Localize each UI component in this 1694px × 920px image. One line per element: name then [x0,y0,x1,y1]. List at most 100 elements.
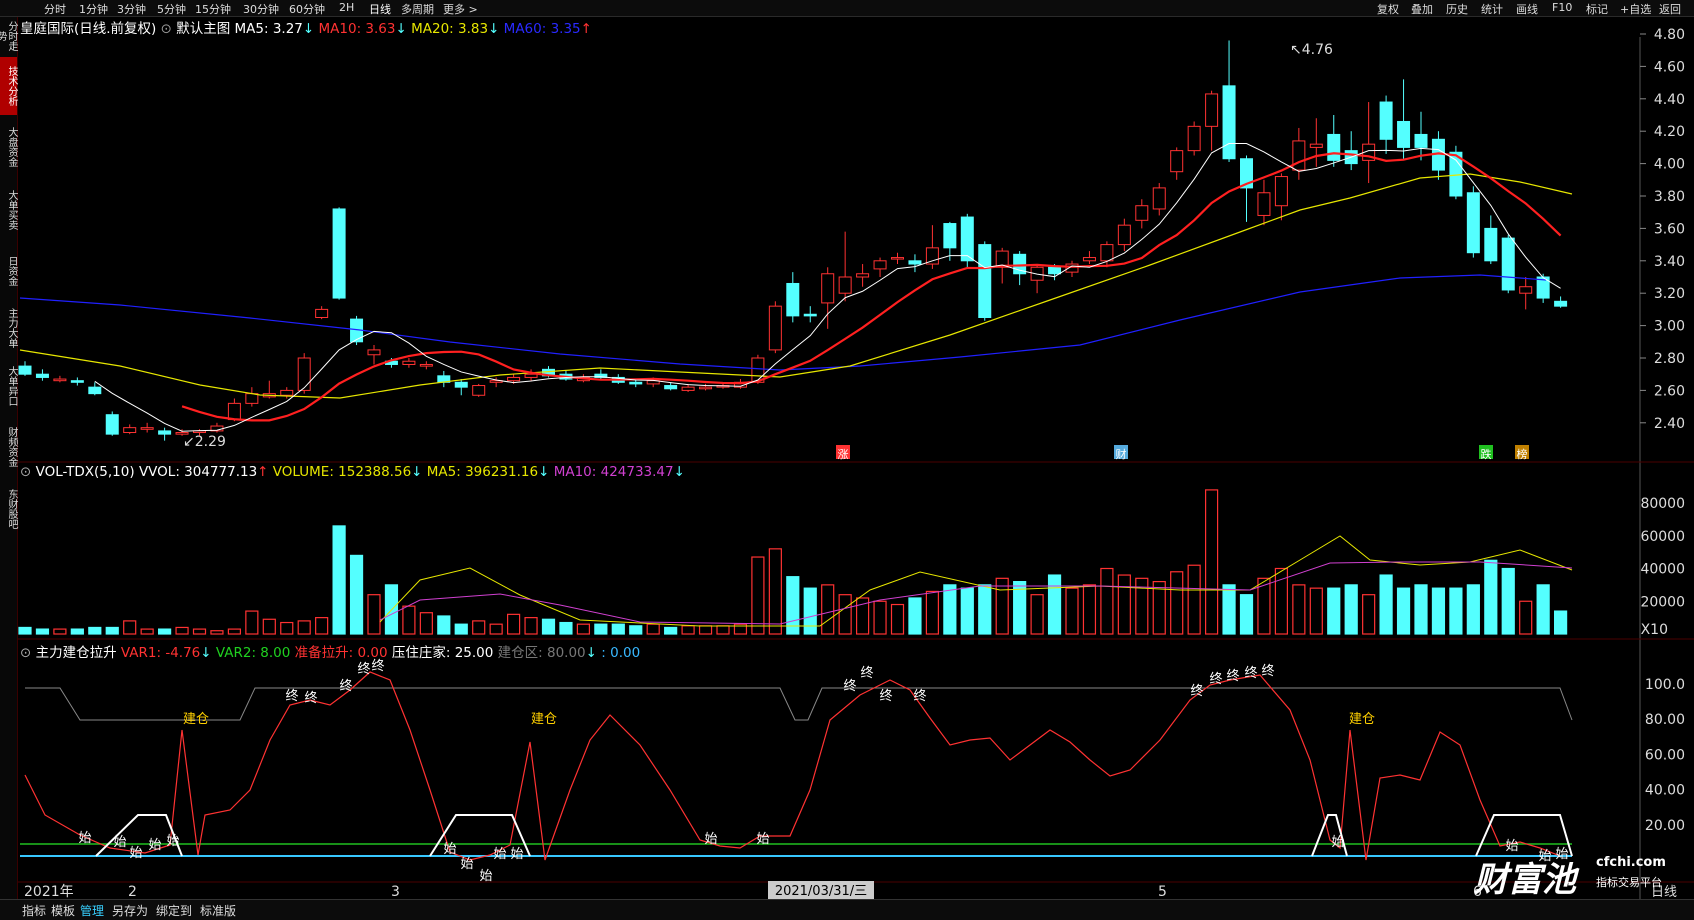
end-label: 终 [1190,683,1203,699]
bottom-tab-3[interactable]: 另存为 [112,902,148,919]
period-tab-7[interactable]: 2H [339,1,354,14]
candle-body [1257,192,1271,216]
end-label: 终 [860,665,873,681]
candle-body [123,427,137,434]
template-name[interactable]: 默认主图 [176,21,230,37]
volume-bar [1222,584,1236,635]
volume-bar [576,623,591,635]
sidebar-tab-8[interactable]: 东财股吧 [0,479,17,539]
indicator-name[interactable]: 主力建仓拉升 [36,645,117,661]
candle-body [419,363,433,367]
end-label: 终 [843,678,856,694]
bottom-tab-2[interactable]: 管理 [80,902,104,919]
candle-body [629,381,643,385]
start-label: 始 [78,831,91,846]
sidebar-tab-0[interactable]: 分时走势 [0,17,17,55]
chart-canvas[interactable]: 4.80 4.60 4.40 4.20 4.00 3.80 3.60 3.40 3.20 3.00… [18,17,1694,899]
collapse-icon[interactable]: ⊙ [20,645,31,661]
period-tab-10[interactable]: 更多 > [443,1,478,17]
volume-indicator-name[interactable]: VOL-TDX(5,10) [36,464,135,480]
sidebar-tab-2[interactable]: 大盘资金 [0,117,17,177]
toolbar-btn-2[interactable]: 历史 [1446,1,1468,17]
bottom-tab-4[interactable]: 绑定到 [156,902,192,919]
candle-body [140,427,154,430]
period-tab-3[interactable]: 5分钟 [157,1,186,17]
bottom-tab-5[interactable]: 标准版 [200,902,236,919]
period-tab-6[interactable]: 60分钟 [289,1,325,17]
period-tab-1[interactable]: 1分钟 [79,1,108,17]
sidebar-tab-6[interactable]: 大单异口 [0,357,17,415]
period-tab-8[interactable]: 日线 [369,1,391,17]
volume-bar [1484,559,1498,635]
volume-bar [88,626,102,635]
stock-name[interactable]: 皇庭国际(日线.前复权) [20,21,156,37]
candle-body [681,386,695,391]
candle-body [891,257,904,260]
candle-body [664,385,678,390]
build-label: 建仓 [531,712,557,727]
volume-bar [890,603,905,635]
toolbar-btn-5[interactable]: F10 [1552,1,1572,14]
volume-bar [1292,584,1306,635]
period-tab-2[interactable]: 3分钟 [117,1,146,17]
volume-bar [1047,574,1062,635]
volume-bar [1396,587,1411,635]
volume-bar [1327,587,1341,635]
price-tick: 4.40 [1654,92,1685,108]
toolbar-btn-3[interactable]: 统计 [1481,1,1503,17]
x-month-3: 3 [391,884,400,899]
toolbar-btn-6[interactable]: 标记 [1586,1,1608,17]
volume-bar [716,625,730,635]
ma20-label: MA20: 3.83↓ [411,21,500,37]
candle-body [1501,237,1515,291]
price-tick: 4.80 [1654,27,1685,43]
sidebar-tab-1[interactable]: 技术分析 [0,57,17,115]
candle-body [873,260,887,270]
end-label: 终 [879,688,892,704]
chevron-down-icon[interactable]: ⊙ [161,21,172,37]
start-label: 始 [148,838,161,853]
sidebar-tab-3[interactable]: 大单买卖 [0,179,17,241]
collapse-icon[interactable]: ⊙ [20,464,31,480]
candle-body [367,349,381,356]
volume-bar [1030,594,1044,635]
period-tab-5[interactable]: 30分钟 [243,1,279,17]
volume-bar [1501,567,1515,635]
period-tab-0[interactable]: 分时 [44,1,66,17]
candle-body [978,244,992,319]
toolbar-btn-7[interactable]: +自选 [1620,1,1651,17]
volume-bar [437,615,451,635]
period-tab-4[interactable]: 15分钟 [195,1,231,17]
end-label: 终 [1209,671,1222,687]
price-tick: 4.00 [1654,157,1685,173]
toolbar-btn-0[interactable]: 复权 [1377,1,1399,17]
volume-bar [803,587,817,635]
sidebar-tab-5[interactable]: 主力大单 [0,301,17,355]
volume-bar [297,620,311,635]
toolbar-btn-1[interactable]: 叠加 [1411,1,1433,17]
period-tab-9[interactable]: 多周期 [401,1,434,17]
end-label: 终 [304,690,317,706]
bottom-tab-1[interactable]: 模板 [51,902,75,919]
toolbar-btn-4[interactable]: 画线 [1516,1,1538,17]
toolbar-btn-8[interactable]: 返回 [1659,1,1681,17]
candle-body [53,378,67,382]
indicator-tick: 20.00 [1645,818,1685,834]
volume-bar [995,577,1009,635]
ma60-label: MA60: 3.35↑ [503,21,592,37]
candle-body [1222,85,1236,160]
price-tick: 3.40 [1654,254,1685,270]
vol-ma10-line [379,561,1573,625]
volume-bar [698,625,713,635]
volume-bar [978,584,992,635]
cursor-date: 2021/03/31/三 [775,884,867,899]
sidebar-tab-7[interactable]: 财频资金 [0,417,17,477]
event-marker: 财 [1116,447,1127,461]
candle-body [105,414,119,435]
candle-body [70,380,84,383]
volume-bar [1553,610,1568,635]
sidebar-tab-4[interactable]: 日资金 [0,243,17,299]
candle-body [1466,192,1480,254]
bottom-tab-0[interactable]: 指标 [22,902,46,919]
volume-bar [507,613,521,635]
